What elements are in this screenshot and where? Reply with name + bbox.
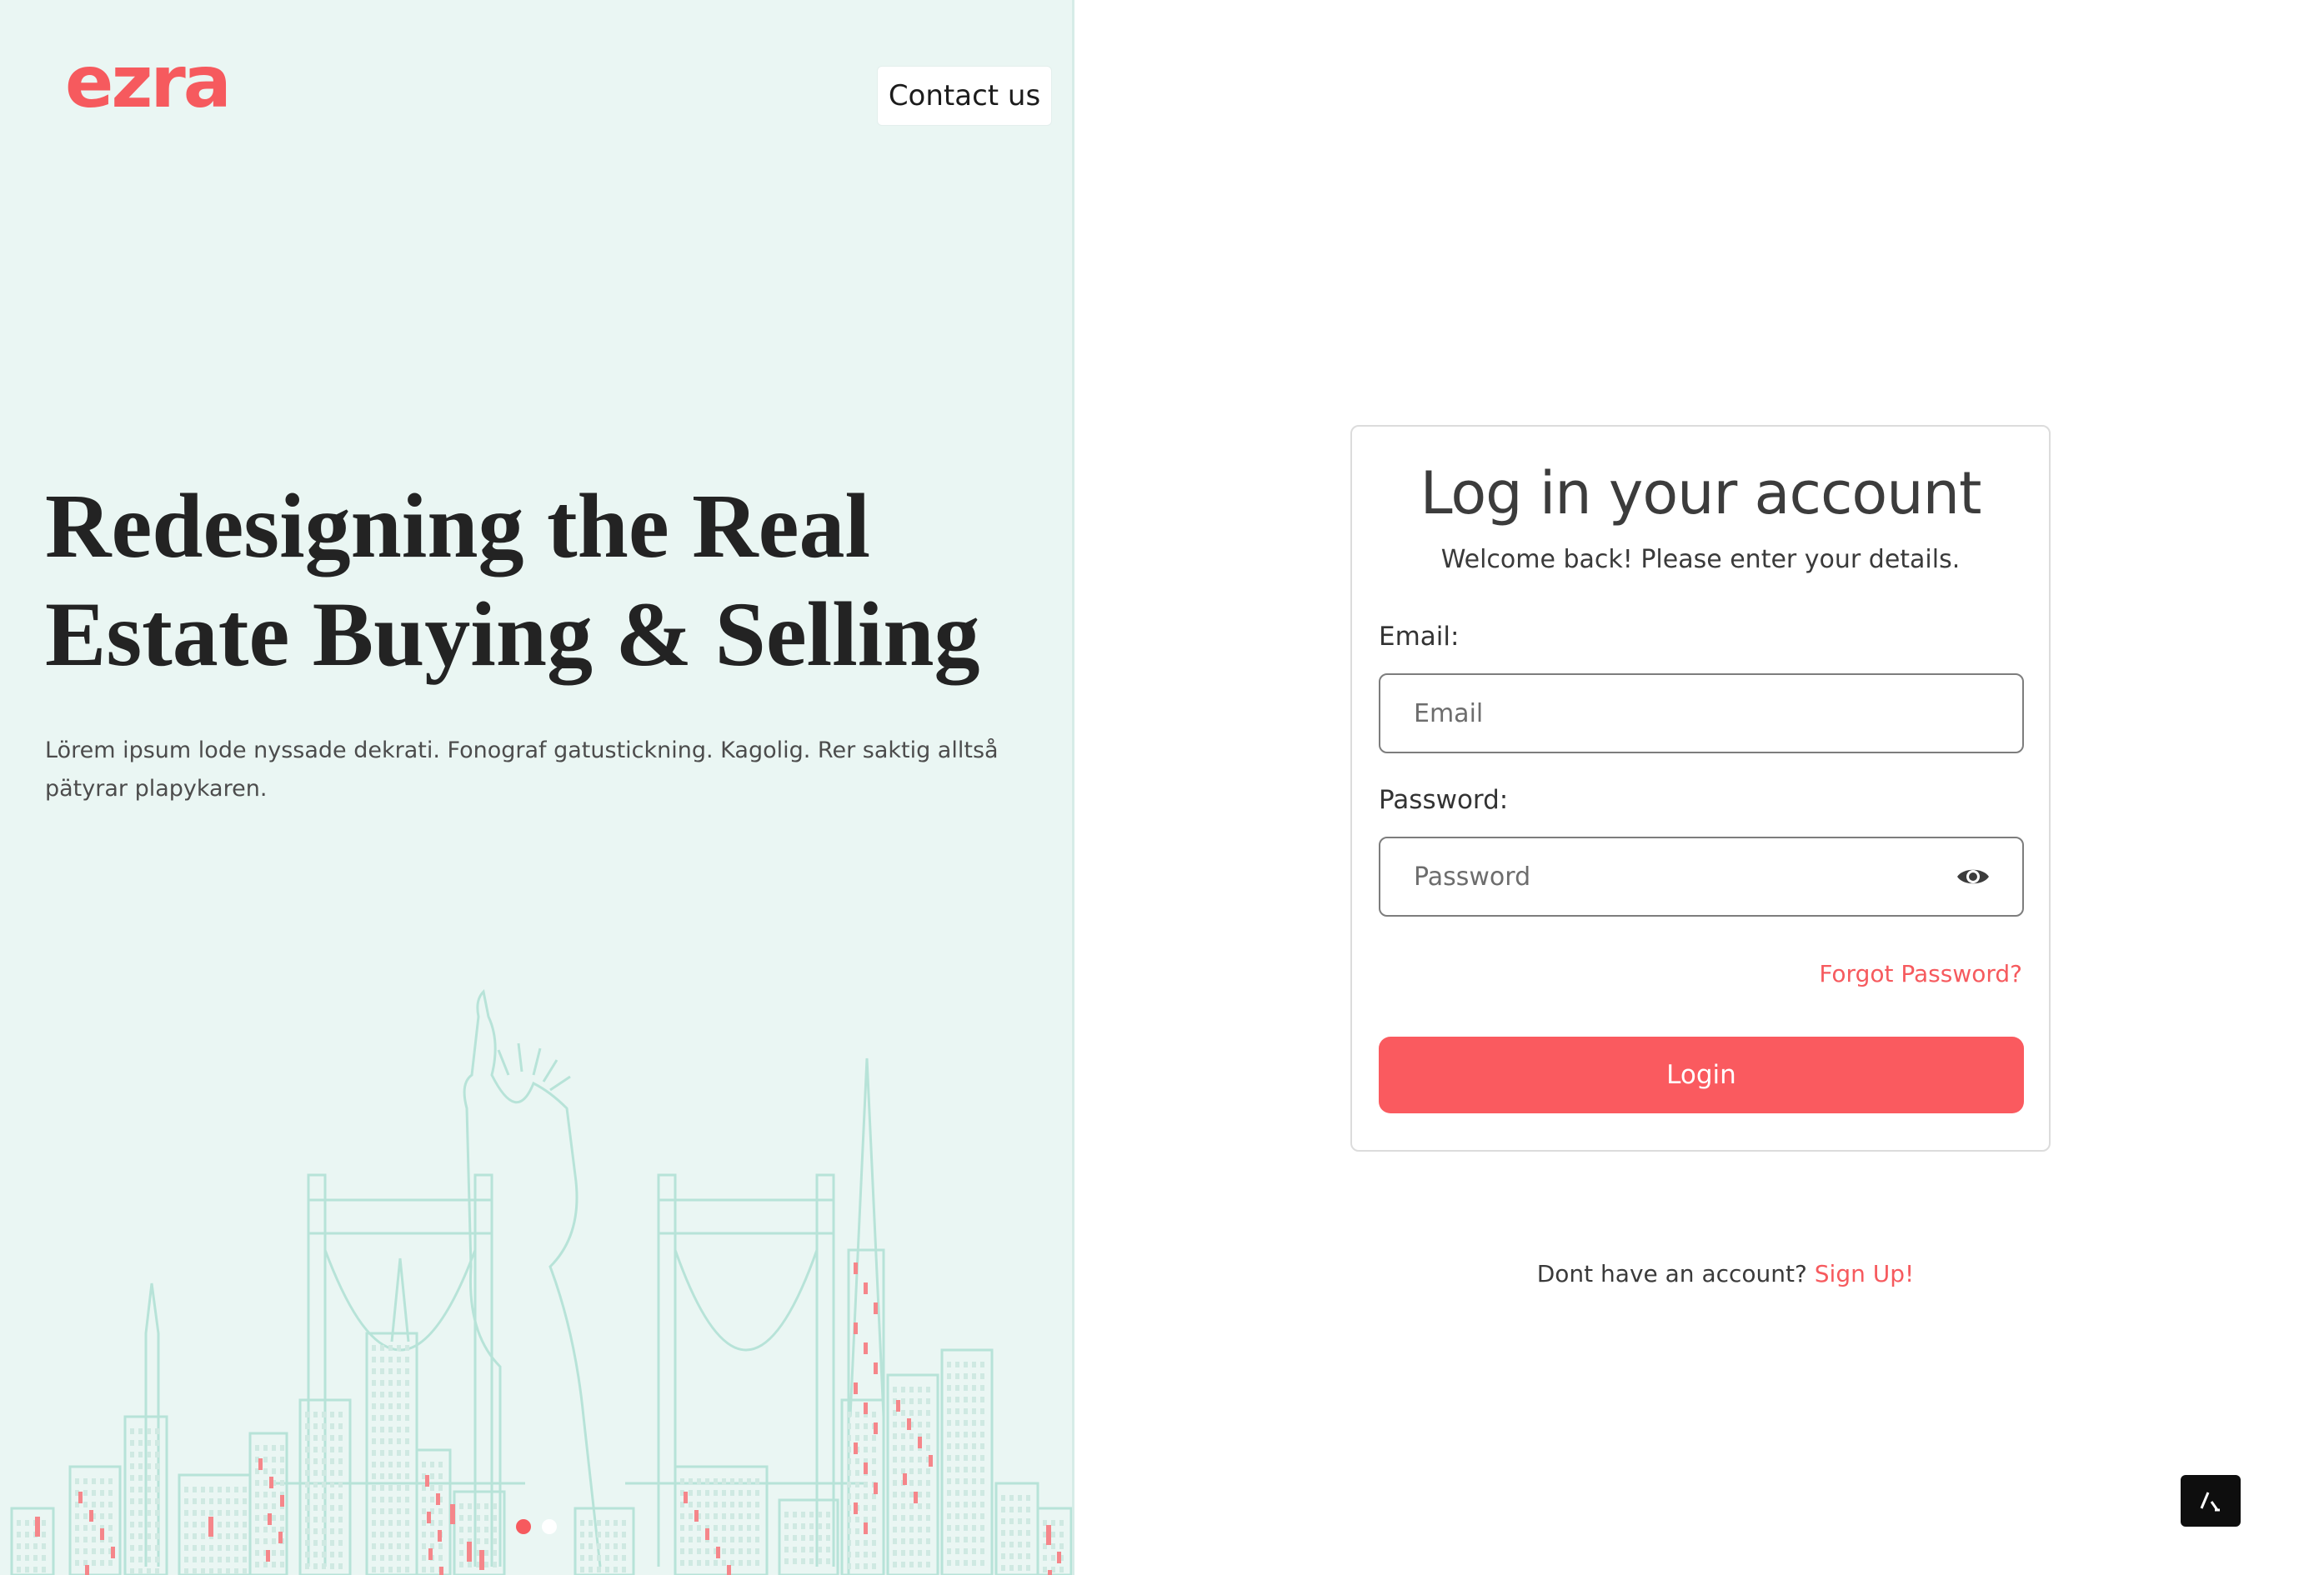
- carousel-dot[interactable]: [542, 1519, 557, 1534]
- contact-us-button[interactable]: Contact us: [877, 66, 1052, 126]
- ezra-logo[interactable]: ezra: [65, 47, 232, 118]
- carousel-dot-active[interactable]: [516, 1519, 531, 1534]
- login-subtitle: Welcome back! Please enter your details.: [1440, 545, 1961, 574]
- password-input[interactable]: [1412, 861, 1956, 892]
- city-skyline-illustration: [10, 988, 1072, 1575]
- signup-prompt-text: Dont have an account?: [1536, 1260, 1807, 1288]
- hero-headline: Redesigning the Real Estate Buying & Sel…: [45, 472, 1045, 688]
- hero-description: Lörem ipsum lode nyssade dekrati. Fonogr…: [45, 738, 999, 802]
- hero-headline-line1: Redesigning the Real: [45, 475, 870, 577]
- password-label: Password:: [1379, 785, 1509, 815]
- email-label: Email:: [1379, 622, 1460, 652]
- login-card: Log in your account Welcome back! Please…: [1350, 425, 2051, 1152]
- eye-icon[interactable]: [1956, 864, 1991, 889]
- hero-panel: ezra Contact us Redesigning the Real Est…: [0, 0, 1074, 1575]
- password-field-wrapper: [1379, 837, 2024, 917]
- signup-prompt: Dont have an account? Sign Up!: [1350, 1260, 2101, 1288]
- slash-logo-icon[interactable]: [2181, 1475, 2241, 1527]
- signup-link[interactable]: Sign Up!: [1815, 1260, 1914, 1288]
- forgot-password-link[interactable]: Forgot Password?: [1819, 960, 2022, 988]
- hero-headline-line2: Estate Buying & Selling: [45, 583, 980, 685]
- email-field-wrapper: [1379, 673, 2024, 753]
- login-button[interactable]: Login: [1379, 1037, 2024, 1113]
- login-title: Log in your account: [1420, 459, 1982, 528]
- email-input[interactable]: [1412, 698, 1991, 729]
